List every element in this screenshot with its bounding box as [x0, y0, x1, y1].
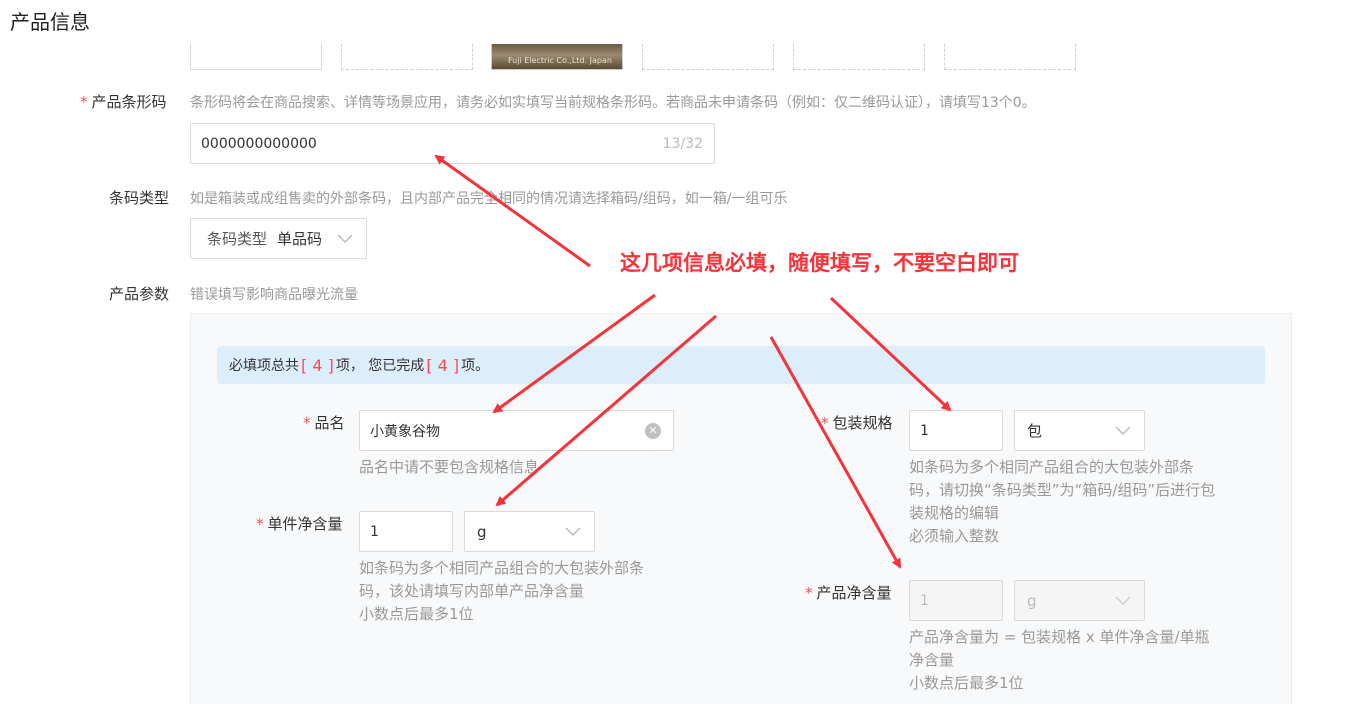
- chevron-down-icon: [337, 234, 353, 244]
- package-hint: 如条码为多个相同产品组合的大包装外部条 码，请切换“条码类型”为“箱码/组码”后…: [909, 456, 1215, 548]
- unit-net-value: 1: [370, 523, 379, 540]
- name-label-text: 品名: [314, 414, 345, 432]
- barcode-hint: 条形码将会在商品搜索、详情等场景应用，请务必如实填写当前规格条形码。若商品未申请…: [190, 95, 1036, 111]
- section-title: 产品信息: [10, 10, 90, 34]
- net-hint: 产品净含量为 = 包装规格 x 单件净含量/单瓶 净含量 小数点后最多1位: [909, 626, 1210, 695]
- required-progress-banner: 必填项总共 [ 4 ] 项， 您已完成 [ 4 ] 项。: [217, 346, 1265, 384]
- net-value: 1: [920, 592, 929, 609]
- hint-line: 产品净含量为 = 包装规格 x 单件净含量/单瓶: [909, 628, 1210, 646]
- unit-net-label: * 单件净含量: [256, 513, 343, 534]
- spec-image-slot[interactable]: [190, 44, 322, 70]
- hint-line: 码，该处请填写内部单产品净含量: [359, 582, 585, 600]
- banner-done: [ 4 ]: [426, 355, 460, 375]
- annotation-text: 这几项信息必填，随便填写，不要空白即可: [620, 251, 1019, 275]
- spec-image-slot[interactable]: [944, 44, 1076, 70]
- package-unit-value: 包: [1027, 422, 1043, 440]
- required-mark: *: [805, 584, 813, 602]
- hint-line: 小数点后最多1位: [909, 674, 1024, 692]
- package-label-text: 包装规格: [832, 414, 893, 432]
- unit-net-hint: 如条码为多个相同产品组合的大包装外部条 码，该处请填写内部单产品净含量 小数点后…: [359, 557, 644, 626]
- params-label: 产品参数: [109, 285, 170, 303]
- clear-icon[interactable]: ✕: [645, 423, 661, 439]
- package-quantity-value: 1: [920, 422, 929, 439]
- arrow-to-barcode: [434, 154, 591, 268]
- chevron-down-icon: [1115, 596, 1131, 606]
- chevron-down-icon: [1115, 426, 1131, 436]
- unit-net-input[interactable]: 1: [359, 511, 453, 552]
- required-mark: *: [303, 414, 311, 432]
- hint-line: 必须输入整数: [909, 527, 1000, 545]
- chevron-down-icon: [565, 527, 581, 537]
- params-hint: 错误填写影响商品曝光流量: [190, 287, 358, 303]
- required-mark: *: [80, 93, 88, 111]
- unit-net-label-text: 单件净含量: [267, 515, 343, 533]
- banner-total: [ 4 ]: [301, 355, 334, 375]
- thumbnail-caption: Fuji Electric Co.,Ltd. Japan: [508, 56, 612, 65]
- package-unit-select[interactable]: 包: [1014, 410, 1145, 451]
- hint-line: 装规格的编辑: [909, 504, 1000, 522]
- barcode-input[interactable]: 0000000000000 13/32: [190, 123, 715, 164]
- barcode-value: 0000000000000: [201, 135, 317, 152]
- unit-net-unit-value: g: [477, 522, 487, 541]
- product-name-hint: 品名中请不要包含规格信息: [359, 458, 540, 476]
- hint-line: 如条码为多个相同产品组合的大包装外部条: [909, 458, 1195, 476]
- product-name-input[interactable]: 小黄象谷物 ✕: [359, 410, 674, 451]
- banner-middle: 项， 您已完成: [335, 358, 425, 374]
- hint-line: 如条码为多个相同产品组合的大包装外部条: [359, 559, 645, 577]
- hint-line: 净含量: [909, 651, 955, 669]
- net-label-text: 产品净含量: [816, 584, 892, 602]
- spec-image-slot[interactable]: [642, 44, 774, 70]
- package-label: * 包装规格: [821, 412, 893, 433]
- net-unit-value: g: [1027, 591, 1037, 610]
- package-quantity-input[interactable]: 1: [909, 410, 1003, 451]
- barcode-type-hint: 如是箱装或成组售卖的外部条码，且内部产品完全相同的情况请选择箱码/组码，如一箱/…: [190, 191, 788, 207]
- banner-prefix: 必填项总共: [229, 358, 299, 374]
- unit-net-unit-select[interactable]: g: [464, 511, 595, 552]
- barcode-label: * 产品条形码: [80, 91, 167, 112]
- product-name-value: 小黄象谷物: [370, 423, 440, 440]
- spec-image-slot[interactable]: [793, 44, 925, 70]
- required-mark: *: [821, 414, 829, 432]
- spec-image-slot[interactable]: [341, 44, 473, 70]
- barcode-type-label: 条码类型: [109, 189, 170, 207]
- hint-line: 码，请切换“条码类型”为“箱码/组码”后进行包: [909, 481, 1216, 499]
- net-label: * 产品净含量: [805, 582, 892, 603]
- hint-line: 小数点后最多1位: [359, 605, 474, 623]
- required-mark: *: [256, 515, 264, 533]
- barcode-label-text: 产品条形码: [91, 93, 167, 111]
- barcode-counter: 13/32: [662, 136, 703, 152]
- barcode-type-select[interactable]: 条码类型 单品码: [190, 218, 367, 259]
- banner-suffix: 项。: [461, 358, 490, 374]
- barcode-type-prefix: 条码类型: [207, 230, 268, 248]
- barcode-type-value: 单品码: [277, 230, 323, 248]
- name-label: * 品名: [303, 412, 345, 433]
- spec-image-thumbnail[interactable]: Fuji Electric Co.,Ltd. Japan: [491, 44, 623, 70]
- net-unit-select: g: [1014, 580, 1145, 621]
- net-input: 1: [909, 580, 1003, 621]
